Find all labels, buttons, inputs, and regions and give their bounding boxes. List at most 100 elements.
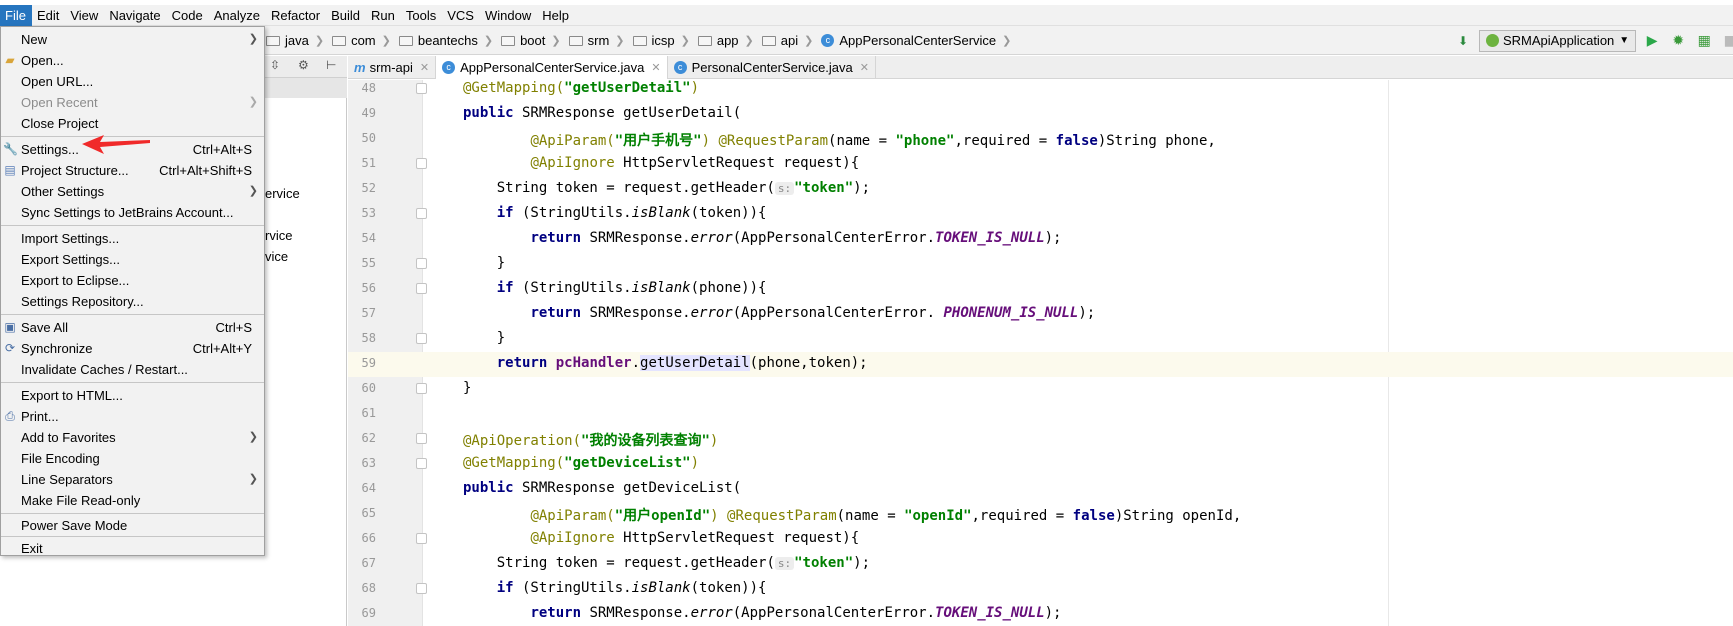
menu-item-export-settings[interactable]: Export Settings... bbox=[1, 249, 264, 270]
line-number: 65 bbox=[361, 506, 376, 520]
menu-item-file-encoding[interactable]: File Encoding bbox=[1, 448, 264, 469]
menu-item-label: Add to Favorites bbox=[21, 430, 116, 445]
fold-marker-icon[interactable] bbox=[416, 433, 427, 444]
code-line: 66 @ApiIgnore HttpServletRequest request… bbox=[348, 527, 1733, 552]
tree-node-service[interactable]: vice bbox=[265, 249, 288, 264]
menu-item-label: Power Save Mode bbox=[21, 518, 128, 533]
menu-item-export-eclipse[interactable]: Export to Eclipse... bbox=[1, 270, 264, 291]
menu-item-save-all[interactable]: ▣ Save All Ctrl+S bbox=[1, 317, 264, 338]
menu-item-export-html[interactable]: Export to HTML... bbox=[1, 385, 264, 406]
breadcrumb-label: app bbox=[716, 33, 739, 48]
menu-item-label: Import Settings... bbox=[21, 231, 120, 246]
tab-label: srm-api bbox=[369, 60, 413, 75]
menu-help[interactable]: Help bbox=[537, 5, 575, 26]
breadcrumb-class[interactable]: c AppPersonalCenterService ❯ bbox=[817, 26, 1015, 55]
run-configuration-select[interactable]: SRMApiApplication ▼ bbox=[1479, 29, 1637, 52]
fold-marker-icon[interactable] bbox=[416, 333, 427, 344]
run-icon[interactable]: ▶ bbox=[1642, 31, 1662, 51]
menu-item-synchronize[interactable]: ⟳ Synchronize Ctrl+Alt+Y bbox=[1, 338, 264, 359]
menu-item-import-settings[interactable]: Import Settings... bbox=[1, 228, 264, 249]
menu-run[interactable]: Run bbox=[366, 5, 401, 26]
menu-code[interactable]: Code bbox=[167, 5, 209, 26]
tab-srm-api[interactable]: m srm-api ✕ bbox=[348, 56, 437, 79]
fold-marker-icon[interactable] bbox=[416, 83, 427, 94]
menu-item-sync-settings[interactable]: Sync Settings to JetBrains Account... bbox=[1, 202, 264, 223]
collapse-all-icon[interactable]: ⇳ bbox=[270, 58, 280, 72]
fold-marker-icon[interactable] bbox=[416, 158, 427, 169]
menu-vcs[interactable]: VCS bbox=[442, 5, 480, 26]
breadcrumb-api[interactable]: api ❯ bbox=[758, 26, 818, 55]
menu-item-label: Export to Eclipse... bbox=[21, 273, 130, 288]
menu-view[interactable]: View bbox=[65, 5, 104, 26]
menu-window[interactable]: Window bbox=[480, 5, 537, 26]
code-line: 54 return SRMResponse.error(AppPersonalC… bbox=[348, 227, 1733, 252]
submenu-arrow-icon: ❯ bbox=[248, 33, 258, 45]
code-text: @ApiParam("用户手机号") @RequestParam(name = … bbox=[530, 133, 1216, 149]
fold-marker-icon[interactable] bbox=[416, 208, 427, 219]
fold-marker-icon[interactable] bbox=[416, 383, 427, 394]
menu-refactor[interactable]: Refactor bbox=[266, 5, 326, 26]
file-menu-dropdown: New ❯ ▰ Open... Open URL... Open Recent ❯ C… bbox=[0, 26, 265, 556]
menu-file[interactable]: File bbox=[0, 4, 32, 26]
menu-analyze[interactable]: Analyze bbox=[209, 5, 266, 26]
menu-build[interactable]: Build bbox=[326, 5, 366, 26]
shortcut-label: Ctrl+Alt+Shift+S bbox=[159, 163, 252, 178]
line-number: 51 bbox=[361, 156, 376, 170]
menu-separator bbox=[1, 225, 264, 226]
hide-icon[interactable]: ⊢ bbox=[326, 58, 336, 72]
menu-item-add-favorites[interactable]: Add to Favorites ❯ bbox=[1, 427, 264, 448]
breadcrumb-icsp[interactable]: icsp ❯ bbox=[629, 26, 694, 55]
close-icon[interactable]: ✕ bbox=[651, 61, 660, 74]
menu-item-read-only[interactable]: Make File Read-only bbox=[1, 490, 264, 511]
fold-marker-icon[interactable] bbox=[416, 458, 427, 469]
menu-item-open-url[interactable]: Open URL... bbox=[1, 71, 264, 92]
breadcrumb-java[interactable]: java ❯ bbox=[262, 26, 328, 55]
tree-node-service[interactable]: rvice bbox=[265, 228, 292, 243]
menu-item-other-settings[interactable]: Other Settings ❯ bbox=[1, 181, 264, 202]
code-line-current: 59 return pcHandler.getUserDetail(phone,… bbox=[348, 352, 1733, 377]
menu-edit[interactable]: Edit bbox=[32, 5, 65, 26]
build-project-icon[interactable]: ⬇ bbox=[1453, 31, 1473, 51]
menu-item-project-structure[interactable]: ▤ Project Structure... Ctrl+Alt+Shift+S bbox=[1, 160, 264, 181]
stop-icon[interactable]: ■ bbox=[1720, 31, 1733, 51]
fold-marker-icon[interactable] bbox=[416, 533, 427, 544]
menu-bar: File Edit View Navigate Code Analyze Ref… bbox=[0, 4, 1733, 26]
chevron-right-icon: ❯ bbox=[744, 35, 754, 47]
tree-node-service[interactable]: ervice bbox=[265, 186, 300, 201]
menu-navigate[interactable]: Navigate bbox=[104, 5, 166, 26]
menu-tools[interactable]: Tools bbox=[401, 5, 442, 26]
fold-marker-icon[interactable] bbox=[416, 283, 427, 294]
menu-item-label: Print... bbox=[21, 409, 59, 424]
menu-item-close-project[interactable]: Close Project bbox=[1, 113, 264, 134]
breadcrumb-srm[interactable]: srm ❯ bbox=[565, 26, 629, 55]
menu-item-open[interactable]: ▰ Open... bbox=[1, 50, 264, 71]
tab-personal-center-service[interactable]: c PersonalCenterService.java ✕ bbox=[668, 56, 876, 79]
menu-item-invalidate-caches[interactable]: Invalidate Caches / Restart... bbox=[1, 359, 264, 380]
breadcrumb-beantechs[interactable]: beantechs ❯ bbox=[395, 26, 497, 55]
breadcrumb-label: api bbox=[780, 33, 799, 48]
close-icon[interactable]: ✕ bbox=[860, 61, 869, 74]
menu-item-label: Open URL... bbox=[21, 74, 94, 89]
menu-item-open-recent[interactable]: Open Recent ❯ bbox=[1, 92, 264, 113]
breadcrumb-app[interactable]: app ❯ bbox=[694, 26, 758, 55]
breadcrumb-com[interactable]: com ❯ bbox=[328, 26, 395, 55]
coverage-icon[interactable]: ▦ bbox=[1694, 31, 1714, 51]
debug-icon[interactable]: ✹ bbox=[1668, 31, 1688, 51]
menu-item-exit[interactable]: Exit bbox=[1, 538, 264, 559]
gear-icon[interactable]: ⚙ bbox=[298, 58, 309, 72]
menu-item-print[interactable]: ⎙ Print... bbox=[1, 406, 264, 427]
breadcrumb-boot[interactable]: boot ❯ bbox=[497, 26, 565, 55]
menu-item-new[interactable]: New ❯ bbox=[1, 29, 264, 50]
line-number: 56 bbox=[361, 281, 376, 295]
menu-item-power-save[interactable]: Power Save Mode bbox=[1, 515, 264, 536]
menu-item-line-separators[interactable]: Line Separators ❯ bbox=[1, 469, 264, 490]
fold-marker-icon[interactable] bbox=[416, 258, 427, 269]
menu-item-settings-repository[interactable]: Settings Repository... bbox=[1, 291, 264, 312]
folder-icon bbox=[697, 35, 712, 46]
code-text: if (StringUtils.isBlank(token)){ bbox=[496, 205, 767, 221]
code-editor[interactable]: 48 @GetMapping("getUserDetail") 49 publi… bbox=[348, 80, 1733, 626]
fold-marker-icon[interactable] bbox=[416, 583, 427, 594]
tab-app-personal-center-service[interactable]: c AppPersonalCenterService.java ✕ bbox=[436, 56, 668, 79]
close-icon[interactable]: ✕ bbox=[420, 61, 429, 74]
chevron-right-icon: ❯ bbox=[1002, 35, 1012, 47]
